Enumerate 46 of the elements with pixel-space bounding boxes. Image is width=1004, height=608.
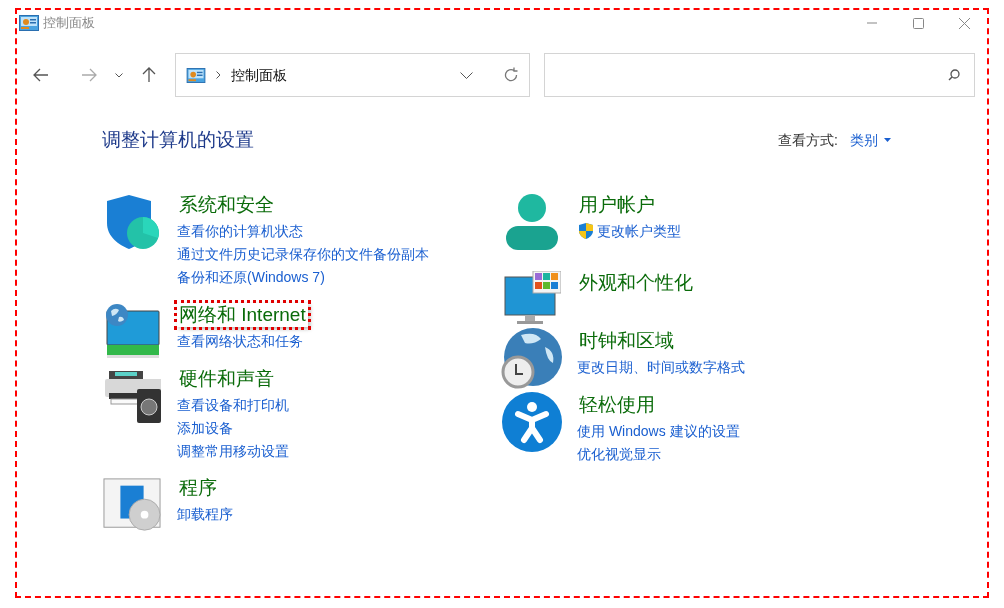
task-link[interactable]: 添加设备: [177, 417, 233, 438]
search-icon: [948, 69, 960, 81]
chevron-down-icon: [460, 71, 473, 79]
category-link[interactable]: 网络和 Internet: [177, 302, 308, 327]
up-arrow-icon: [142, 67, 156, 83]
category-link[interactable]: 外观和个性化: [577, 270, 695, 295]
task-link[interactable]: 使用 Windows 建议的设置: [577, 420, 740, 441]
view-by-dropdown[interactable]: 类别: [850, 129, 891, 151]
category-link[interactable]: 系统和安全: [177, 192, 276, 217]
task-link[interactable]: 查看设备和打印机: [177, 394, 289, 415]
chevron-right-icon: [216, 71, 221, 79]
category-link[interactable]: 硬件和声音: [177, 366, 276, 391]
window-title: 控制面板: [43, 14, 95, 33]
task-link[interactable]: 查看你的计算机状态: [177, 220, 303, 241]
accessibility-icon: [502, 391, 562, 452]
refresh-icon: [503, 67, 519, 83]
maximize-icon: [912, 17, 924, 29]
control-panel-icon: [186, 67, 206, 83]
category-link[interactable]: 时钟和区域: [577, 328, 676, 353]
page-heading: 调整计算机的设置: [102, 128, 254, 152]
globe-clock-icon: [501, 326, 563, 389]
category-link[interactable]: 用户帐户: [577, 192, 657, 217]
user-icon: [503, 192, 561, 251]
task-link[interactable]: 更改帐户类型: [597, 220, 681, 241]
task-link[interactable]: 调整常用移动设置: [177, 440, 289, 461]
address-path: 控制面板: [231, 65, 287, 85]
task-link[interactable]: 备份和还原(Windows 7): [177, 266, 325, 287]
task-link[interactable]: 查看网络状态和任务: [177, 330, 303, 351]
minimize-icon: [867, 22, 877, 24]
close-icon: [958, 17, 970, 29]
network-monitor-icon: [103, 302, 161, 361]
back-arrow-icon: [33, 68, 49, 82]
control-panel-icon: [19, 15, 39, 31]
category-link[interactable]: 轻松使用: [577, 392, 657, 417]
task-link[interactable]: 通过文件历史记录保存你的文件备份副本: [177, 243, 429, 264]
caret-icon: [884, 138, 891, 143]
program-disc-icon: [103, 475, 161, 534]
category-link[interactable]: 程序: [177, 475, 219, 500]
search-field[interactable]: [544, 53, 975, 97]
view-by-label: 查看方式:: [778, 130, 838, 150]
forward-arrow-icon: [81, 68, 97, 82]
address-bar[interactable]: 控制面板: [175, 53, 530, 97]
task-link[interactable]: 优化视觉显示: [577, 443, 661, 464]
chevron-down-icon: [115, 72, 123, 78]
task-link[interactable]: 卸载程序: [177, 503, 233, 524]
task-link[interactable]: 更改日期、时间或数字格式: [577, 356, 745, 377]
